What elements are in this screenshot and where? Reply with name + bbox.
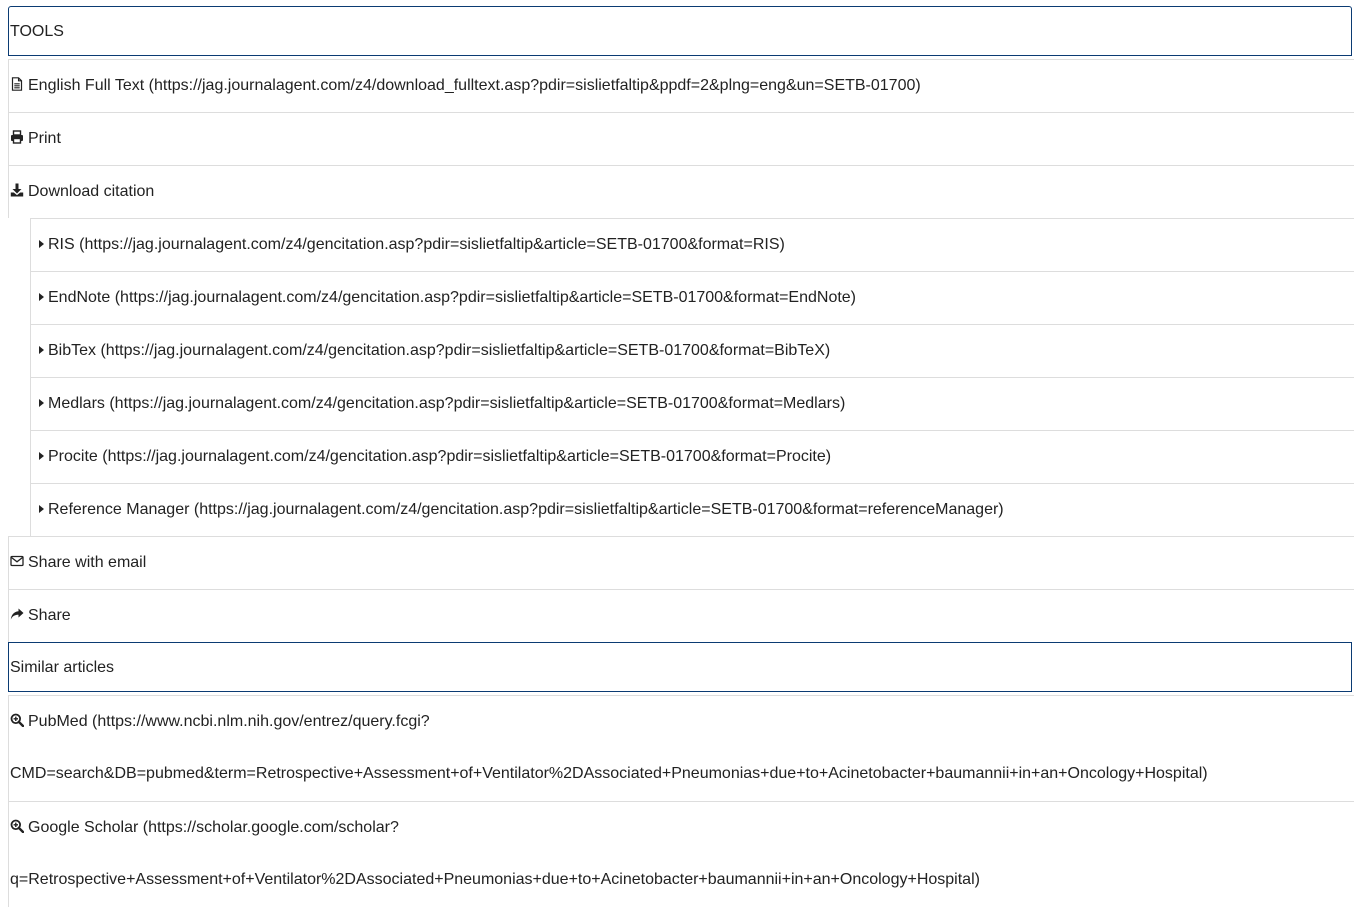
- citation-link-procite[interactable]: Procite (https://jag.journalagent.com/z4…: [48, 448, 831, 465]
- pubmed-link-continued[interactable]: CMD=search&DB=pubmed&term=Retrospective+…: [10, 765, 1208, 782]
- share-link[interactable]: Share: [28, 607, 71, 624]
- citation-item-ris[interactable]: RIS (https://jag.journalagent.com/z4/gen…: [30, 218, 1354, 271]
- citation-item-medlars[interactable]: Medlars (https://jag.journalagent.com/z4…: [30, 377, 1354, 430]
- citation-link-bibtex[interactable]: BibTex (https://jag.journalagent.com/z4/…: [48, 342, 830, 359]
- caret-right-icon: [39, 293, 44, 301]
- caret-right-icon: [39, 346, 44, 354]
- similar-item-pubmed[interactable]: PubMed (https://www.ncbi.nlm.nih.gov/ent…: [8, 695, 1354, 801]
- similar-item-google-scholar[interactable]: Google Scholar (https://scholar.google.c…: [8, 801, 1354, 907]
- full-text-link[interactable]: English Full Text (https://jag.journalag…: [28, 77, 921, 94]
- search-plus-icon: [10, 819, 24, 833]
- citation-item-endnote[interactable]: EndNote (https://jag.journalagent.com/z4…: [30, 271, 1354, 324]
- tools-item-share[interactable]: Share: [8, 589, 1354, 642]
- share-email-link[interactable]: Share with email: [28, 554, 146, 571]
- caret-right-icon: [39, 240, 44, 248]
- caret-right-icon: [39, 452, 44, 460]
- tools-item-download-citation[interactable]: Download citation: [8, 165, 1354, 218]
- search-plus-icon: [10, 713, 24, 727]
- tools-panel-header: TOOLS: [8, 6, 1352, 56]
- print-icon: [10, 130, 24, 144]
- download-icon: [10, 183, 24, 197]
- pubmed-line-2[interactable]: CMD=search&DB=pubmed&term=Retrospective+…: [10, 748, 1354, 800]
- citation-link-medlars[interactable]: Medlars (https://jag.journalagent.com/z4…: [48, 395, 845, 412]
- citation-item-procite[interactable]: Procite (https://jag.journalagent.com/z4…: [30, 430, 1354, 483]
- citation-link-endnote[interactable]: EndNote (https://jag.journalagent.com/z4…: [48, 289, 856, 306]
- citation-link-reference-manager[interactable]: Reference Manager (https://jag.journalag…: [48, 501, 1004, 518]
- tools-header-title: TOOLS: [10, 23, 64, 40]
- similar-articles-header: Similar articles: [8, 642, 1352, 692]
- caret-right-icon: [39, 399, 44, 407]
- tools-item-share-email[interactable]: Share with email: [8, 536, 1354, 589]
- download-citation-link[interactable]: Download citation: [28, 183, 154, 200]
- print-link[interactable]: Print: [28, 130, 61, 147]
- share-arrow-icon: [10, 607, 24, 621]
- tools-item-full-text[interactable]: English Full Text (https://jag.journalag…: [8, 59, 1354, 112]
- similar-articles-title: Similar articles: [10, 659, 115, 676]
- caret-right-icon: [39, 505, 44, 513]
- pubmed-link[interactable]: PubMed (https://www.ncbi.nlm.nih.gov/ent…: [28, 713, 430, 730]
- envelope-icon: [10, 554, 24, 568]
- google-scholar-link-continued[interactable]: q=Retrospective+Assessment+of+Ventilator…: [10, 871, 980, 888]
- scholar-line-1: Google Scholar (https://scholar.google.c…: [10, 802, 1354, 854]
- pubmed-line-1: PubMed (https://www.ncbi.nlm.nih.gov/ent…: [10, 696, 1354, 748]
- citation-item-bibtex[interactable]: BibTex (https://jag.journalagent.com/z4/…: [30, 324, 1354, 377]
- citation-link-ris[interactable]: RIS (https://jag.journalagent.com/z4/gen…: [48, 236, 785, 253]
- tools-item-print[interactable]: Print: [8, 112, 1354, 165]
- citation-item-reference-manager[interactable]: Reference Manager (https://jag.journalag…: [30, 483, 1354, 536]
- scholar-line-2[interactable]: q=Retrospective+Assessment+of+Ventilator…: [10, 854, 1354, 906]
- file-text-icon: [10, 77, 24, 91]
- google-scholar-link[interactable]: Google Scholar (https://scholar.google.c…: [28, 819, 399, 836]
